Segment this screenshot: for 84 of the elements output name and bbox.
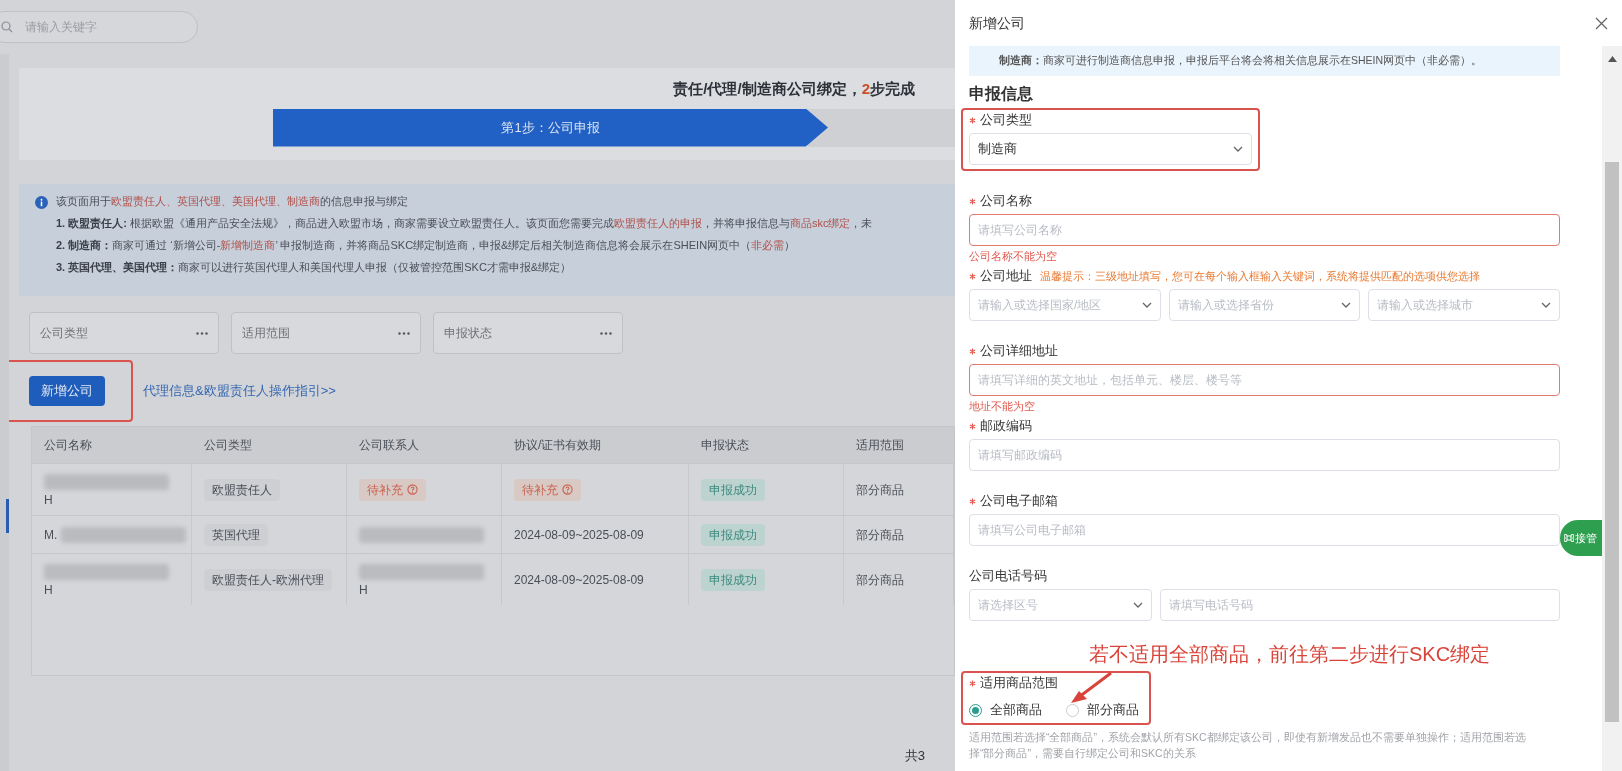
chevron-down-icon <box>1133 602 1143 608</box>
field-label: 公司电子邮箱 <box>980 492 1058 511</box>
more-icon <box>398 331 410 335</box>
status-tag: 申报成功 <box>701 523 765 546</box>
annotation-text: 若不适用全部商品，前往第二步进行SKC绑定 <box>1088 642 1492 667</box>
filter-select[interactable]: 适用范围 <box>231 312 421 354</box>
filter-select[interactable]: 申报状态 <box>433 312 623 354</box>
column-header: 公司联系人 <box>359 438 419 452</box>
help-icon <box>562 484 573 495</box>
select-field[interactable]: 请输入或选择国家/地区 <box>969 289 1161 321</box>
drawer-title: 新增公司 <box>969 13 1025 33</box>
info-text: 1. 欧盟责任人: 根据欧盟《通用产品安全法规》，商品进入欧盟市场，商家需要设立欧盟责任人。该页面您需要完成欧盟责任人的申报，并将申报信息与商品skc绑定，未 <box>56 216 873 230</box>
table-cell-text: H <box>359 583 368 596</box>
field-label: 公司地址 <box>980 267 1032 286</box>
select-field[interactable]: 制造商 <box>969 133 1252 165</box>
notice-text: 制造商：商家可进行制造商信息申报，申报后平台将会将相关信息展示在SHEIN网页中（非必需）。 <box>999 53 1483 69</box>
chevron-down-icon <box>1541 302 1551 308</box>
field-label: 公司电话号码 <box>969 567 1047 586</box>
chevron-down-icon <box>1341 302 1352 308</box>
step-tab[interactable]: 第1步：公司申报 <box>273 108 828 147</box>
input-field[interactable]: 请填写电话号码 <box>1160 589 1560 621</box>
column-header: 申报状态 <box>701 438 749 452</box>
command-icon <box>1564 533 1574 543</box>
info-text: 该页面用于欧盟责任人、英国代理、美国代理、制造商的信息申报与绑定 <box>56 194 409 208</box>
type-tag: 欧盟责任人-欧洲代理 <box>204 568 332 591</box>
pending-tag: 待补充 <box>514 478 581 501</box>
table-cell-text: M. <box>44 528 58 541</box>
guide-link[interactable]: 代理信息&欧盟责任人操作指引>> <box>143 381 336 401</box>
column-header: 公司类型 <box>204 438 252 452</box>
field-hint: 温馨提示：三级地址填写，您可在每个输入框输入关键词，系统将提供匹配的选项供您选择 <box>1040 268 1480 284</box>
takeover-button[interactable]: 接管 <box>1560 520 1602 556</box>
radio-option[interactable]: 全部商品 <box>969 700 1042 720</box>
table-cell-text: 2024-08-09~2025-08-09 <box>514 526 644 544</box>
close-icon[interactable] <box>1595 16 1608 30</box>
total-count: 共3 <box>904 746 925 765</box>
input-field[interactable]: 请填写详细的英文地址，包括单元、楼层、楼号等 <box>969 364 1560 396</box>
status-tag: 申报成功 <box>701 478 765 501</box>
info-icon <box>35 196 48 209</box>
field-label: 公司详细地址 <box>980 342 1058 361</box>
field-label: 邮政编码 <box>980 417 1032 436</box>
more-icon <box>600 331 612 335</box>
pending-tag: 待补充 <box>359 478 426 501</box>
chevron-down-icon <box>1141 302 1152 308</box>
column-header: 适用范围 <box>856 438 904 452</box>
select-field[interactable]: 请选择区号 <box>969 589 1152 621</box>
section-title: 申报信息 <box>969 84 1034 104</box>
search-icon <box>1 21 13 33</box>
info-text: 3. 英国代理、美国代理：商家可以进行英国代理人和美国代理人申报（仅被管控范围SKC才需申报&绑定） <box>56 260 573 274</box>
select-field[interactable]: 请输入或选择城市 <box>1368 289 1560 321</box>
type-tag: 欧盟责任人 <box>204 478 280 501</box>
table-cell-text: 部分商品 <box>856 526 904 544</box>
scrollbar-thumb[interactable] <box>1605 162 1619 722</box>
add-company-button[interactable]: 新增公司 <box>29 376 105 406</box>
help-text: 适用范围若选择“全部商品”，系统会默认所有SKC都绑定该公司，即使有新增发品也不需要单独操作；适用范围若选择“部分商品”，需要自行绑定公司和SKC的关系 <box>969 730 1527 761</box>
table-cell-text: 2024-08-09~2025-08-09 <box>514 571 644 589</box>
field-label: 适用商品范围 <box>980 674 1058 693</box>
status-tag: 申报成功 <box>701 568 765 591</box>
filter-select[interactable]: 公司类型 <box>29 312 219 354</box>
type-tag: 英国代理 <box>204 523 268 546</box>
error-message: 地址不能为空 <box>969 398 1035 414</box>
field-label: 公司类型 <box>980 111 1032 130</box>
table-cell-text: 部分商品 <box>856 571 904 589</box>
radio-option[interactable]: 部分商品 <box>1066 700 1139 720</box>
table-cell-text: H <box>44 583 53 596</box>
error-message: 公司名称不能为空 <box>969 248 1057 264</box>
more-icon <box>196 331 208 335</box>
input-field[interactable]: 请填写公司名称 <box>969 214 1560 246</box>
input-field[interactable]: 请填写公司电子邮箱 <box>969 514 1560 546</box>
column-header: 公司名称 <box>44 438 92 452</box>
page-title: 责任/代理/制造商公司绑定，2步完成 <box>673 79 915 99</box>
info-text: 2. 制造商：商家可通过 ‘新增公司-新增制造商’ 申报制造商，并将商品SKC绑定制造商，申报&绑定后相关制造商信息将会展示在SHEIN网页中（非必需） <box>56 238 797 252</box>
field-label: 公司名称 <box>980 192 1032 211</box>
table-cell-text: 部分商品 <box>856 481 904 499</box>
select-field[interactable]: 请输入或选择省份 <box>1168 289 1361 321</box>
nav-indicator <box>6 499 9 533</box>
column-header: 协议/证书有效期 <box>514 438 602 452</box>
annotation-arrow <box>1069 671 1113 705</box>
table-cell-text: H <box>44 493 53 506</box>
step-tab[interactable] <box>808 108 955 147</box>
help-icon <box>407 484 418 495</box>
scrollbar[interactable] <box>1602 46 1622 771</box>
chevron-down-icon <box>1233 146 1243 152</box>
scroll-up-icon[interactable] <box>1607 56 1617 62</box>
input-field[interactable]: 请填写邮政编码 <box>969 439 1560 471</box>
